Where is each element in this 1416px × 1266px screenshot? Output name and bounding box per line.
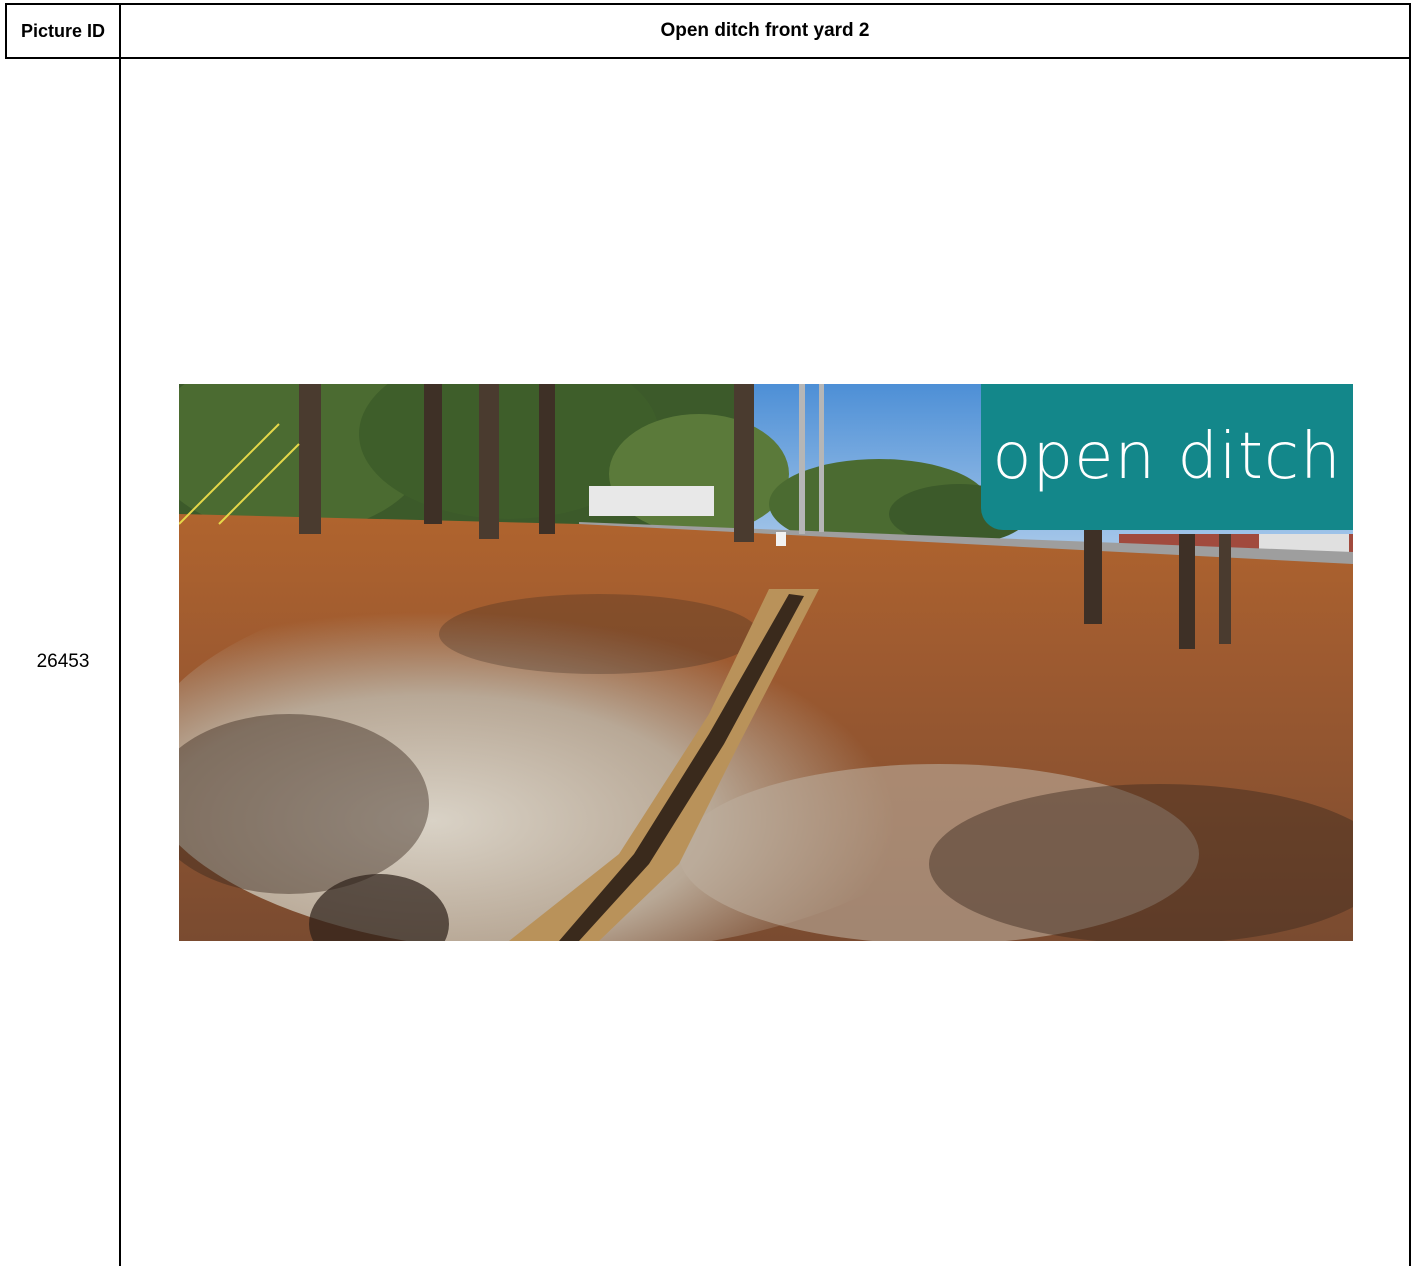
table-column-divider bbox=[119, 3, 121, 1266]
picture-table: Picture ID Open ditch front yard 2 26453 bbox=[0, 0, 1416, 1266]
table-border-right bbox=[1409, 3, 1411, 1266]
table-border-left bbox=[5, 3, 7, 59]
photo-caption-overlay: open ditch bbox=[981, 384, 1353, 530]
header-picture-id: Picture ID bbox=[20, 20, 106, 41]
header-picture-title: Open ditch front yard 2 bbox=[660, 20, 870, 41]
table-border-top bbox=[5, 3, 1411, 5]
photo-caption-text: open ditch bbox=[992, 420, 1342, 494]
picture-id-cell: 26453 bbox=[36, 651, 90, 672]
table-border-header-bottom bbox=[5, 57, 1411, 59]
